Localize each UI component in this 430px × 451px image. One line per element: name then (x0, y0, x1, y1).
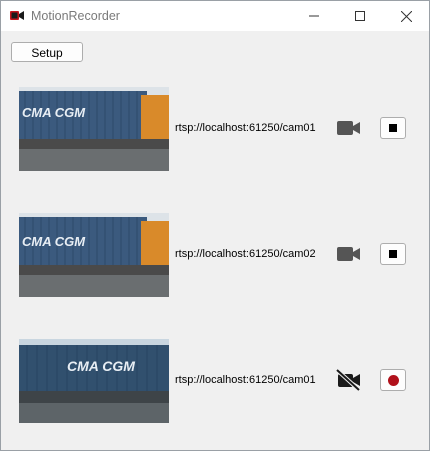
camera-red-icon (10, 11, 24, 20)
title-bar: MotionRecorder (1, 1, 429, 31)
video-camera-off-icon (335, 369, 361, 391)
close-icon (400, 10, 412, 22)
minimize-button[interactable] (291, 1, 337, 31)
camera-row: CMA CGM rtsp://localhost:61250/cam01 (1, 339, 429, 424)
camera-row: CMA CGM rtsp://localhost:61250/cam02 (1, 213, 429, 298)
setup-button[interactable]: Setup (11, 42, 83, 62)
camera-thumbnail[interactable]: CMA CGM (19, 87, 169, 171)
camera-thumbnail[interactable]: CMA CGM (19, 339, 169, 423)
video-camera-icon (337, 121, 360, 135)
stop-square-icon (389, 124, 397, 132)
app-window: MotionRecorder Setup CMA CGM rtsp://loca… (0, 0, 430, 451)
video-camera-icon (337, 247, 360, 261)
camera-thumbnail[interactable]: CMA CGM (19, 213, 169, 297)
maximize-icon (355, 11, 365, 21)
camera-url: rtsp://localhost:61250/cam02 (175, 248, 316, 260)
record-button[interactable] (380, 369, 406, 391)
minimize-icon (309, 15, 319, 17)
camera-row: CMA CGM rtsp://localhost:61250/cam01 (1, 87, 429, 172)
record-dot-icon (387, 374, 399, 386)
thumbnail-text: CMA CGM (22, 234, 86, 249)
stop-square-icon (389, 250, 397, 258)
maximize-button[interactable] (337, 1, 383, 31)
close-button[interactable] (383, 1, 429, 31)
stop-button[interactable] (380, 117, 406, 139)
window-title: MotionRecorder (31, 9, 120, 23)
camera-url: rtsp://localhost:61250/cam01 (175, 122, 316, 134)
stop-button[interactable] (380, 243, 406, 265)
thumbnail-text: CMA CGM (67, 358, 135, 374)
thumbnail-text: CMA CGM (22, 105, 86, 120)
camera-url: rtsp://localhost:61250/cam01 (175, 374, 316, 386)
